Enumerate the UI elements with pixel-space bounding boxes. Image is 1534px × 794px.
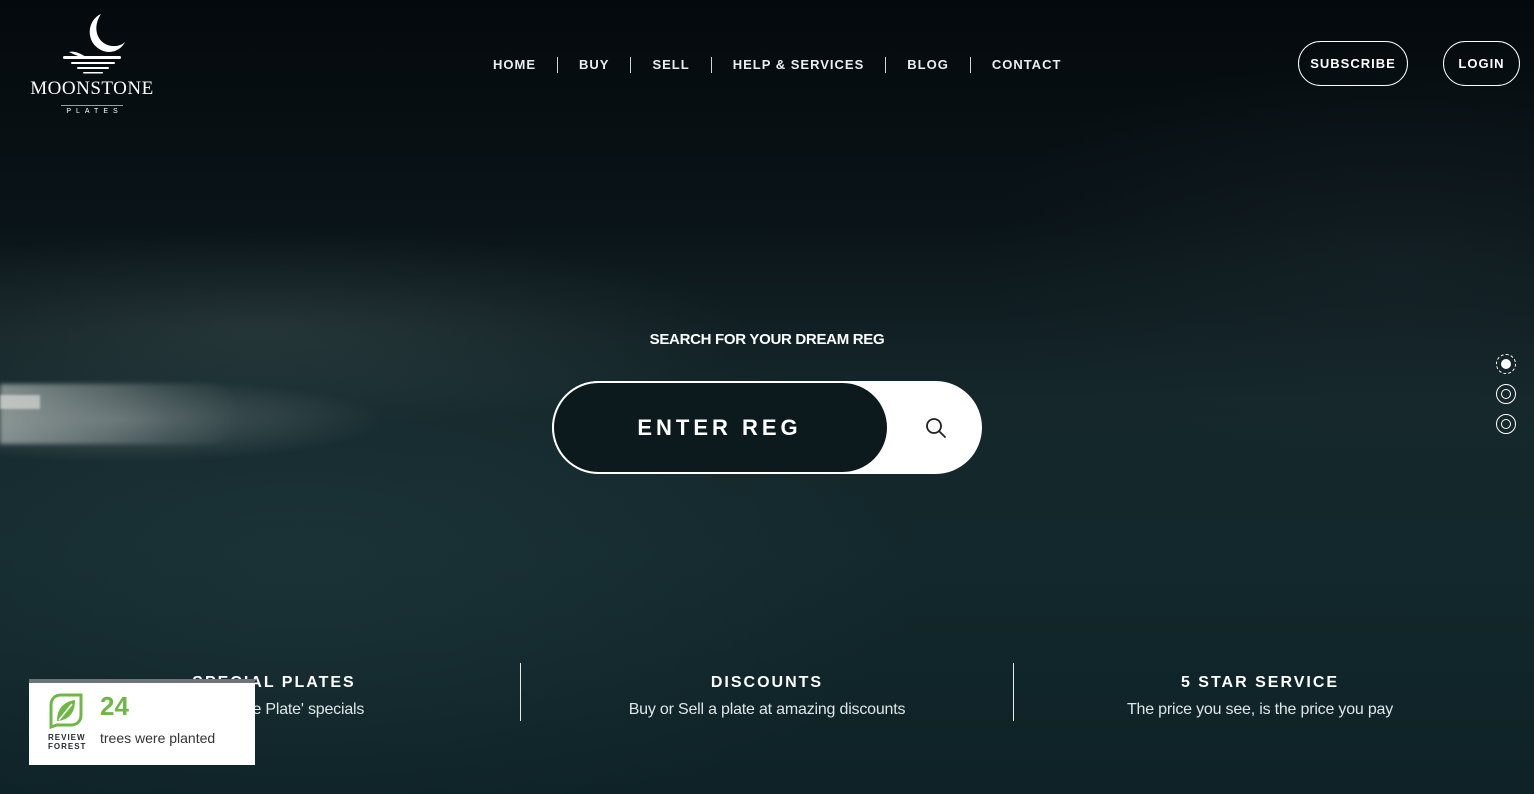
logo-wordmark: MOONSTONE — [30, 78, 154, 99]
slider-pagination — [1496, 354, 1518, 444]
moon-logo-icon — [63, 14, 125, 74]
feature-5-star-service: 5 STAR SERVICE The price you see, is the… — [1013, 663, 1506, 721]
search-button[interactable] — [889, 381, 982, 474]
nav-contact[interactable]: CONTACT — [969, 57, 1083, 73]
slider-dot-3[interactable] — [1496, 414, 1516, 434]
trees-caption: trees were planted — [100, 730, 216, 746]
slider-dot-1[interactable] — [1496, 354, 1516, 374]
feature-description: The price you see, is the price you pay — [1126, 701, 1394, 718]
review-forest-label-line: FOREST — [48, 742, 87, 751]
nav-buy[interactable]: BUY — [557, 57, 630, 73]
nav-home[interactable]: HOME — [472, 57, 557, 73]
nav-blog[interactable]: BLOG — [885, 57, 970, 73]
light-streak — [0, 384, 240, 444]
feature-discounts: DISCOUNTS Buy or Sell a plate at amazing… — [520, 663, 1013, 721]
feature-title: 5 STAR SERVICE — [1180, 674, 1340, 691]
light-streak-highlight — [0, 395, 40, 409]
subscribe-button[interactable]: SUBSCRIBE — [1298, 41, 1408, 86]
leaf-icon — [49, 693, 83, 730]
site-logo[interactable]: MOONSTONE PLATES — [28, 12, 156, 118]
nav-help-services[interactable]: HELP & SERVICES — [710, 57, 886, 73]
review-forest-label-line: REVIEW — [48, 733, 86, 742]
reg-search-input[interactable] — [552, 381, 889, 474]
review-forest-widget[interactable]: REVIEW FOREST 24 trees were planted — [29, 679, 255, 765]
slider-dot-2[interactable] — [1496, 384, 1516, 404]
main-nav: HOME BUY SELL HELP & SERVICES BLOG CONTA… — [472, 56, 1082, 74]
search-heading: SEARCH FOR YOUR DREAM REG — [649, 331, 885, 348]
feature-description: Buy or Sell a plate at amazing discounts — [628, 701, 906, 718]
reg-search-bar — [552, 381, 982, 474]
search-icon — [925, 417, 946, 438]
nav-sell[interactable]: SELL — [630, 57, 710, 73]
logo-subtitle: PLATES — [61, 105, 123, 115]
login-button[interactable]: LOGIN — [1443, 41, 1520, 86]
feature-title: DISCOUNTS — [710, 674, 824, 691]
review-forest-label: REVIEW FOREST — [48, 733, 86, 751]
trees-count: 24 — [100, 691, 129, 721]
